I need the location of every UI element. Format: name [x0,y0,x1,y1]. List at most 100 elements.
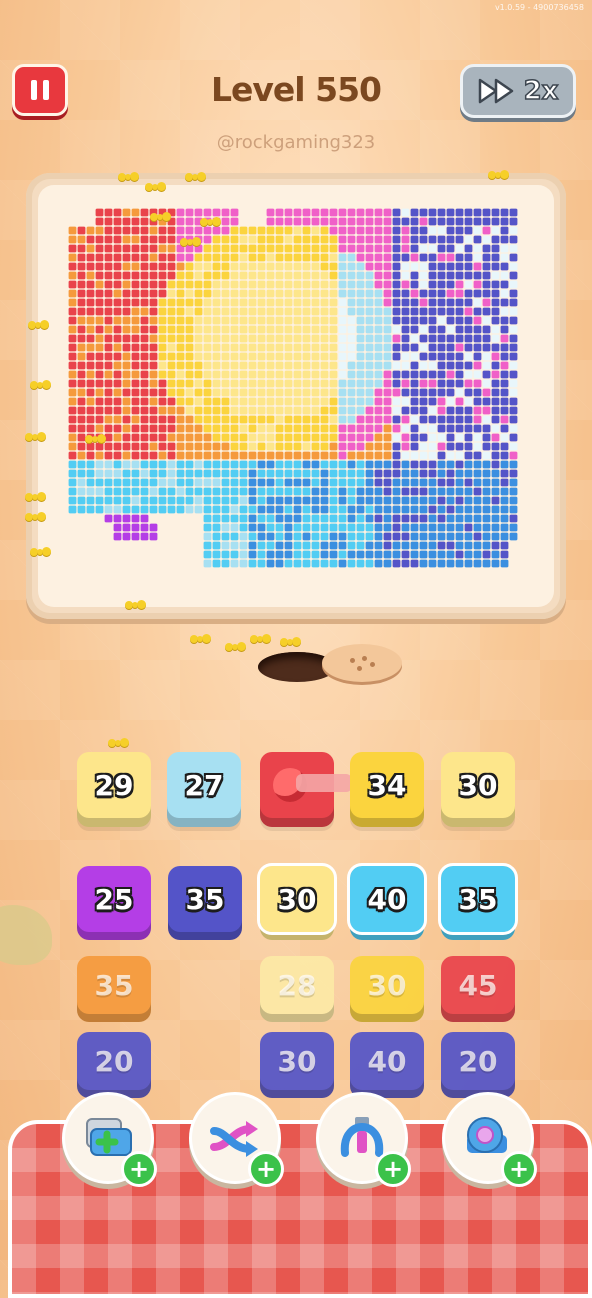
mosaic-pixel [356,469,365,478]
mosaic-pixel [86,361,95,370]
mosaic-pixel [140,505,149,514]
mosaic-pixel [365,550,374,559]
mosaic-pixel [365,235,374,244]
mosaic-pixel [266,244,275,253]
mosaic-pixel [95,505,104,514]
mosaic-pixel [185,433,194,442]
mosaic-pixel [410,523,419,532]
mosaic-pixel [86,487,95,496]
mosaic-pixel [203,280,212,289]
mosaic-pixel [77,280,86,289]
grid-block[interactable]: 35 [168,866,242,932]
mosaic-pixel [158,415,167,424]
mosaic-pixel [212,460,221,469]
mosaic-pixel [167,253,176,262]
add-booster-plus-icon[interactable]: + [375,1151,411,1187]
mosaic-pixel [401,388,410,397]
mosaic-pixel [122,361,131,370]
mosaic-pixel [239,406,248,415]
mosaic-pixel [140,298,149,307]
grid-block[interactable]: 35 [438,863,518,935]
mosaic-pixel [311,496,320,505]
mosaic-pixel [356,280,365,289]
mosaic-pixel [383,433,392,442]
mosaic-pixel [221,415,230,424]
grid-block[interactable]: 25 [77,866,151,932]
queue-block[interactable]: 27 [167,752,241,818]
mosaic-pixel [383,469,392,478]
queue-block[interactable]: 29 [77,752,151,818]
mosaic-pixel [374,505,383,514]
mosaic-pixel [122,289,131,298]
mosaic-pixel [392,523,401,532]
mosaic-pixel [275,433,284,442]
mosaic-pixel [437,298,446,307]
mosaic-pixel [158,343,167,352]
add-booster-plus-icon[interactable]: + [121,1151,157,1187]
queue-cannon[interactable] [260,752,352,818]
mosaic-pixel [329,433,338,442]
mosaic-pixel [302,280,311,289]
mosaic-pixel [428,307,437,316]
mosaic-pixel [230,235,239,244]
mosaic-pixel [473,514,482,523]
add-slot-booster[interactable]: + [62,1092,157,1187]
mosaic-pixel [239,433,248,442]
mosaic-pixel [239,316,248,325]
mosaic-pixel [356,379,365,388]
grid-block[interactable]: 30 [257,863,337,935]
mosaic-pixel [275,505,284,514]
mosaic-pixel [95,352,104,361]
mosaic-pixel [347,226,356,235]
queue-block[interactable]: 30 [441,752,515,818]
mosaic-pixel [446,352,455,361]
mosaic-pixel [212,253,221,262]
mosaic-pixel [374,424,383,433]
mosaic-pixel [374,487,383,496]
mosaic-pixel [158,280,167,289]
mosaic-pixel [455,271,464,280]
mosaic-pixel [257,541,266,550]
shuffle-booster[interactable]: + [189,1092,284,1187]
mosaic-pixel [464,262,473,271]
mosaic-pixel [302,442,311,451]
mosaic-pixel [338,523,347,532]
mosaic-pixel [356,478,365,487]
mosaic-pixel [185,334,194,343]
mosaic-pixel [140,415,149,424]
grid-block[interactable]: 40 [347,863,427,935]
mosaic-pixel [302,325,311,334]
mosaic-pixel [311,226,320,235]
mosaic-pixel [419,307,428,316]
mosaic-pixel [455,460,464,469]
add-booster-plus-icon[interactable]: + [501,1151,537,1187]
mosaic-pixel [275,253,284,262]
mosaic-pixel [293,523,302,532]
mosaic-pixel [482,469,491,478]
mosaic-pixel [95,334,104,343]
mosaic-pixel [311,541,320,550]
mosaic-pixel [293,451,302,460]
mosaic-pixel [167,397,176,406]
mosaic-pixel [374,280,383,289]
mosaic-pixel [230,334,239,343]
mosaic-pixel [194,325,203,334]
mosaic-pixel [248,487,257,496]
mosaic-pixel [266,370,275,379]
add-booster-plus-icon[interactable]: + [248,1151,284,1187]
mosaic-pixel [419,478,428,487]
queue-block[interactable]: 34 [350,752,424,818]
mosaic-pixel [428,298,437,307]
magnet-booster[interactable]: + [316,1092,411,1187]
speed-toggle-button[interactable]: 2x [460,64,576,118]
mosaic-pixel [338,289,347,298]
mosaic-pixel [482,307,491,316]
mosaic-pixel [68,244,77,253]
mosaic-pixel [149,415,158,424]
tape-booster[interactable]: + [442,1092,537,1187]
mosaic-pixel [419,235,428,244]
mosaic-pixel [338,541,347,550]
mosaic-pixel [320,334,329,343]
mosaic-pixel [284,523,293,532]
mosaic-pixel [464,550,473,559]
